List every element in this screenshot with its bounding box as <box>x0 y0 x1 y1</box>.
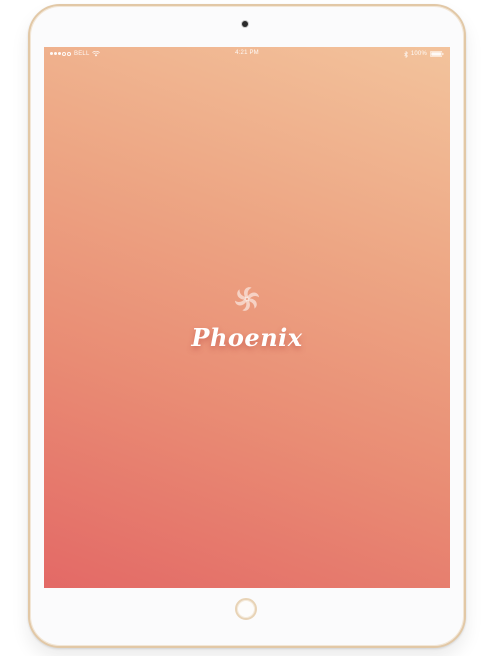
app-screen: BELL 4:21 PM 100% Phoenix <box>44 47 450 588</box>
battery-icon <box>430 51 444 57</box>
status-bar: BELL 4:21 PM 100% <box>44 47 450 61</box>
app-name-wordmark: Phoenix <box>191 323 303 352</box>
signal-dots-icon <box>50 52 71 56</box>
status-time: 4:21 PM <box>235 50 259 56</box>
status-right: 100% <box>404 50 444 58</box>
bluetooth-icon <box>404 50 408 58</box>
wifi-icon <box>92 51 101 57</box>
splash-brand: Phoenix <box>44 283 450 352</box>
tablet-device-frame: BELL 4:21 PM 100% Phoenix <box>28 4 466 648</box>
status-left: BELL <box>50 51 101 57</box>
page: BELL 4:21 PM 100% Phoenix <box>0 0 495 656</box>
pinwheel-logo-icon <box>235 287 259 311</box>
front-camera <box>242 21 248 27</box>
battery-percent: 100% <box>410 51 427 57</box>
carrier-label: BELL <box>74 51 90 57</box>
home-button[interactable] <box>235 598 257 620</box>
